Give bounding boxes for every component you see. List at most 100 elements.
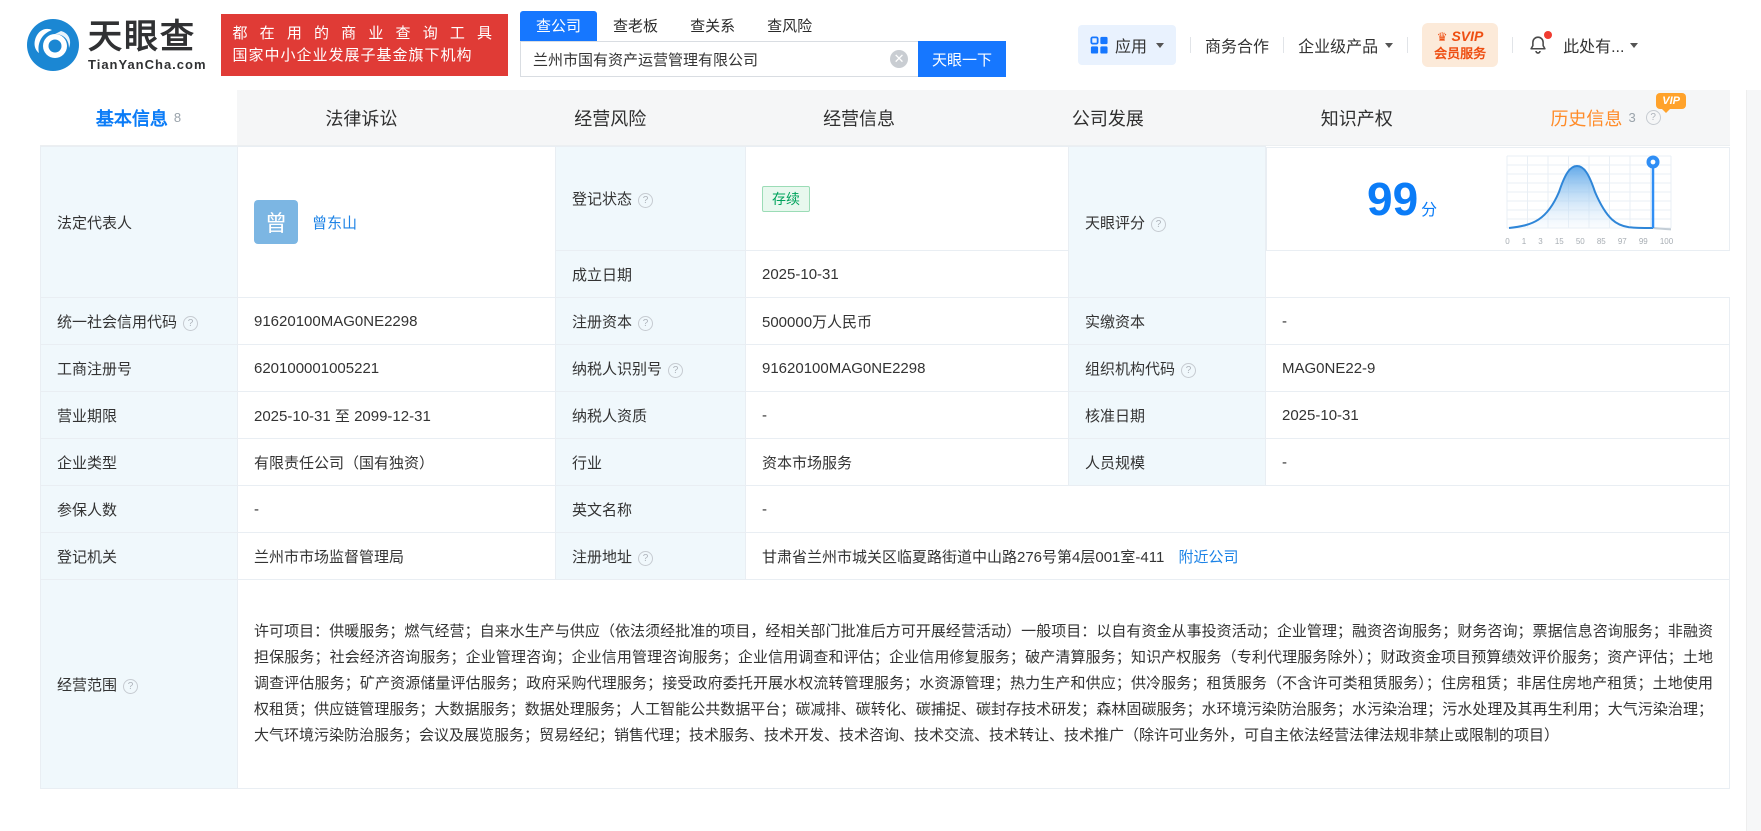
label-staff-size: 人员规模 — [1068, 438, 1266, 486]
tab-development-label: 公司发展 — [1071, 108, 1144, 129]
label-reg-authority: 登记机关 — [40, 532, 238, 580]
cell-staff-size: - — [1265, 438, 1730, 486]
tab-ip-label: 知识产权 — [1320, 108, 1393, 129]
divider — [1512, 37, 1514, 53]
tab-operation-label: 经营信息 — [823, 108, 896, 129]
tab-risk-label: 经营风险 — [574, 108, 647, 129]
cell-business-scope: 许可项目：供暖服务；燃气经营；自来水生产与供应（依法须经批准的项目，经相关部门批… — [237, 579, 1730, 789]
label-credit-code: 统一社会信用代码? — [40, 297, 238, 345]
label-taxpayer-id: 纳税人识别号? — [555, 344, 746, 392]
cell-reg-address: 甘肃省兰州市城关区临夏路街道中山路276号第4层001室-411 附近公司 — [745, 532, 1730, 580]
chevron-down-icon — [1385, 42, 1394, 48]
search-tab-company[interactable]: 查公司 — [520, 11, 598, 41]
help-icon[interactable]: ? — [1181, 362, 1197, 378]
tab-legal-label: 法律诉讼 — [325, 108, 398, 129]
label-establish-date: 成立日期 — [555, 250, 746, 298]
search-tab-boss[interactable]: 查老板 — [597, 11, 674, 41]
apps-label: 应用 — [1115, 39, 1148, 56]
help-icon[interactable]: ? — [638, 315, 654, 331]
cell-reg-number: 620100001005221 — [237, 344, 556, 392]
tab-operating-info[interactable]: 经营信息 — [735, 90, 984, 145]
crown-icon: ♛ — [1436, 30, 1448, 45]
tab-basic-info[interactable]: 基本信息 8 — [40, 90, 237, 145]
company-detail-card: 基本信息 8 法律诉讼 经营风险 经营信息 公司发展 知识产权 VIP 历史信息… — [40, 90, 1730, 789]
apps-grid-icon — [1090, 36, 1108, 54]
nearby-companies-link[interactable]: 附近公司 — [1178, 549, 1238, 566]
label-industry: 行业 — [555, 438, 746, 486]
page-scroll-gutter[interactable] — [1746, 90, 1761, 831]
header-nav: 应用 商务合作 企业级产品 ♛ SVIP 会员服务 此处有... — [1078, 23, 1639, 67]
cell-org-code: MAG0NE22-9 — [1265, 344, 1730, 392]
search-tab-relation[interactable]: 查关系 — [674, 11, 751, 41]
cell-business-term: 2025-10-31 至 2099-12-31 — [237, 391, 556, 439]
logo-domain: TianYanCha.com — [88, 56, 207, 72]
apps-menu[interactable]: 应用 — [1078, 25, 1177, 65]
help-icon[interactable]: ? — [1645, 110, 1661, 125]
section-tabbar: 基本信息 8 法律诉讼 经营风险 经营信息 公司发展 知识产权 VIP 历史信息… — [40, 90, 1730, 146]
label-reg-number: 工商注册号 — [40, 344, 238, 392]
tab-operating-risk[interactable]: 经营风险 — [486, 90, 735, 145]
chevron-down-icon — [1156, 42, 1165, 48]
label-legal-rep: 法定代表人 — [40, 146, 238, 298]
tab-history-info[interactable]: VIP 历史信息 3 ? — [1481, 90, 1730, 145]
score-value: 99 分 — [1367, 176, 1437, 222]
svip-member-button[interactable]: ♛ SVIP 会员服务 — [1422, 23, 1499, 67]
tab-company-development[interactable]: 公司发展 — [983, 90, 1232, 145]
score-axis-ticks: 01 3 15 50 85 97 99 100 — [1505, 236, 1674, 246]
label-business-scope: 经营范围? — [40, 579, 238, 789]
cell-reg-authority: 兰州市市场监督管理局 — [237, 532, 556, 580]
label-company-type: 企业类型 — [40, 438, 238, 486]
cell-tianyan-score[interactable]: 99 分 0 1 3 15 50 85 97 99 100 — [1266, 146, 1730, 251]
cell-company-type: 有限责任公司（国有独资） — [237, 438, 556, 486]
svip-title: SVIP — [1451, 28, 1484, 45]
cell-english-name: - — [745, 485, 1730, 533]
cell-insured-count: - — [237, 485, 556, 533]
divider — [1407, 37, 1409, 53]
cell-taxpayer-quality: - — [745, 391, 1069, 439]
help-icon[interactable]: ? — [1151, 216, 1167, 232]
legal-rep-name-link[interactable]: 曾东山 — [312, 212, 357, 233]
label-business-term: 营业期限 — [40, 391, 238, 439]
cell-reg-status: 存续 — [745, 146, 1069, 251]
user-menu-label: 此处有... — [1563, 39, 1625, 56]
tianyancha-logo[interactable]: 天眼查 TianYanCha.com — [26, 18, 207, 72]
reg-address-text: 甘肃省兰州市城关区临夏路街道中山路276号第4层001室-411 — [762, 548, 1165, 566]
cell-taxpayer-id: 91620100MAG0NE2298 — [745, 344, 1069, 392]
legal-rep-avatar[interactable]: 曾 — [254, 200, 298, 244]
site-header: 天眼查 TianYanCha.com 都 在 用 的 商 业 查 询 工 具 国… — [0, 0, 1761, 90]
tab-history-count: 3 — [1628, 110, 1636, 125]
score-curve — [1506, 155, 1672, 230]
help-icon[interactable]: ? — [123, 678, 139, 694]
label-org-code: 组织机构代码? — [1068, 344, 1266, 392]
tab-intellectual-property[interactable]: 知识产权 — [1232, 90, 1481, 145]
label-tianyan-score: 天眼评分? — [1068, 146, 1266, 298]
search-tabs: 查公司 查老板 查关系 查风险 — [520, 11, 1006, 41]
basic-info-table: 法定代表人 曾 曾东山 登记状态? 存续 天眼评分? 99 分 0 1 3 15… — [40, 146, 1730, 789]
cell-credit-code: 91620100MAG0NE2298 — [237, 297, 556, 345]
help-icon[interactable]: ? — [668, 362, 684, 378]
user-menu[interactable]: 此处有... — [1563, 33, 1639, 57]
tianyancha-logo-icon — [27, 19, 79, 71]
vip-badge: VIP — [1656, 93, 1686, 113]
chevron-down-icon — [1630, 42, 1639, 48]
notifications-button[interactable] — [1527, 31, 1553, 56]
search-tab-riskcheck[interactable]: 查风险 — [751, 11, 828, 41]
tab-legal-litigation[interactable]: 法律诉讼 — [237, 90, 486, 145]
help-icon[interactable]: ? — [638, 193, 654, 208]
help-icon[interactable]: ? — [183, 315, 199, 331]
help-icon[interactable]: ? — [638, 550, 654, 566]
business-coop-link[interactable]: 商务合作 — [1205, 33, 1269, 57]
enterprise-products-link[interactable]: 企业级产品 — [1298, 33, 1394, 57]
tab-history-label: 历史信息 — [1550, 108, 1623, 129]
banner-line2: 国家中小企业发展子基金旗下机构 — [232, 47, 473, 64]
tab-basic-label: 基本信息 — [95, 108, 168, 129]
label-approval-date: 核准日期 — [1068, 391, 1266, 439]
svip-subtitle: 会员服务 — [1434, 45, 1487, 61]
clear-search-icon[interactable]: ✕ — [890, 50, 909, 68]
search-input[interactable] — [520, 41, 919, 77]
label-english-name: 英文名称 — [555, 485, 746, 533]
search-button[interactable]: 天眼一下 — [918, 41, 1007, 77]
score-number: 99 — [1367, 172, 1419, 225]
score-unit: 分 — [1421, 201, 1438, 219]
tab-basic-count: 8 — [173, 110, 182, 125]
